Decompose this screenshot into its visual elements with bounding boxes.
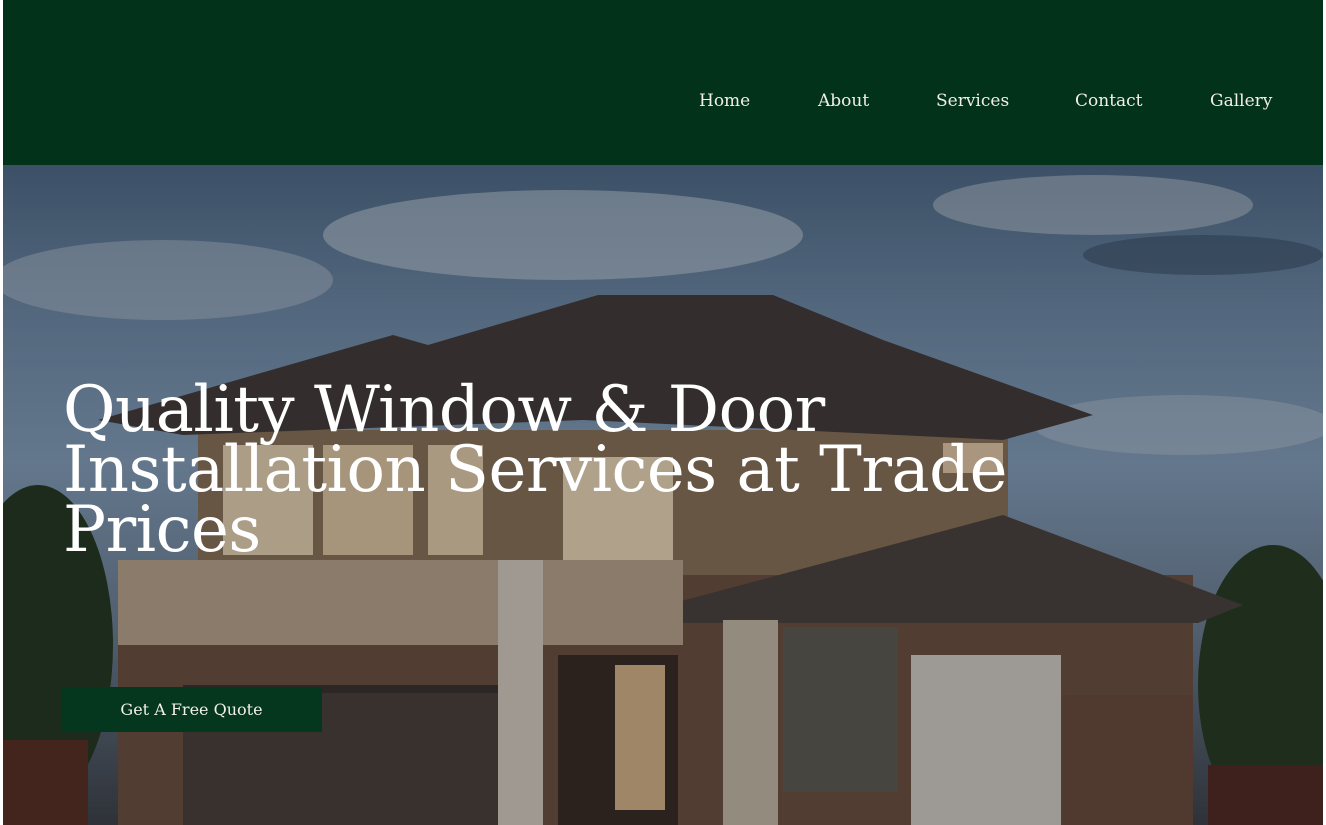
site-header: Home About Services Contact Gallery [3,0,1323,165]
hero-title-line: Quality Window & Door [63,373,825,447]
main-nav: Home About Services Contact Gallery [3,88,1323,114]
page: Home About Services Contact Gallery Qual… [3,0,1323,825]
nav-link-home[interactable]: Home [699,88,750,114]
nav-link-about[interactable]: About [818,88,869,114]
nav-link-contact[interactable]: Contact [1075,88,1143,114]
get-free-quote-button[interactable]: Get A Free Quote [61,687,322,732]
nav-link-gallery[interactable]: Gallery [1210,88,1272,114]
hero-title-line: Installation Services at Trade [63,433,1007,507]
hero-title-line: Prices [63,493,261,567]
hero-title: Quality Window & Door Installation Servi… [63,373,1103,567]
nav-link-services[interactable]: Services [936,88,1009,114]
hero-section: Quality Window & Door Installation Servi… [3,165,1323,825]
